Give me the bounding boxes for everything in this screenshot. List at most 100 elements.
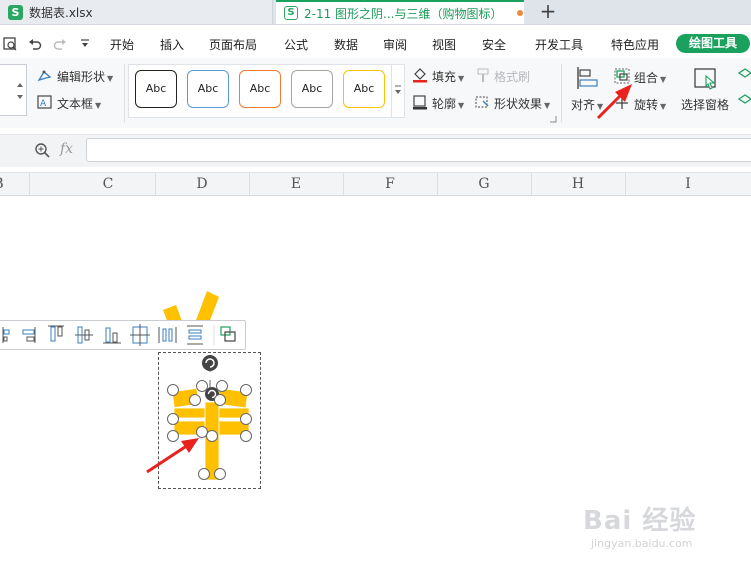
watermark-brand: Bai 经验	[583, 506, 697, 536]
column-header-f[interactable]: F	[343, 173, 438, 195]
caret-down-icon: ▼	[458, 74, 465, 83]
menu-item-home[interactable]: 开始	[110, 36, 134, 53]
align-top-icon[interactable]	[48, 325, 64, 342]
column-header-c[interactable]: C	[61, 173, 156, 195]
align-middle-icon[interactable]	[75, 326, 93, 344]
menu-item-security[interactable]: 安全	[482, 36, 506, 53]
svg-text:A: A	[40, 99, 47, 109]
spreadsheet-icon: S	[8, 4, 23, 20]
align-label: 对齐	[571, 98, 596, 112]
layer-order-icon[interactable]	[737, 67, 751, 107]
distribute-vertical-icon[interactable]	[187, 325, 203, 345]
selection-pane-button[interactable]: 选择窗格	[681, 96, 729, 113]
style-sample-4[interactable]: Abc	[291, 70, 333, 108]
group-shapes-icon[interactable]	[220, 326, 236, 342]
align-center-icon[interactable]	[130, 324, 150, 346]
column-header-h[interactable]: H	[531, 173, 626, 195]
spinner-arrows-icon	[17, 83, 23, 99]
text-box-icon: A	[37, 95, 52, 109]
menu-bar: 开始 插入 页面布局 公式 数据 审阅 视图 安全 开发工具 特色应用	[0, 32, 751, 56]
menu-item-formula[interactable]: 公式	[284, 36, 308, 53]
gallery-more-button[interactable]	[391, 64, 405, 118]
customize-quick-access-icon[interactable]	[80, 38, 90, 50]
tab-title: 2-11 图形之阴...与三维（购物图标）	[304, 6, 503, 21]
caret-down-icon: ▼	[660, 75, 667, 84]
dialog-launcher-icon[interactable]	[549, 115, 557, 123]
undo-icon[interactable]	[28, 37, 42, 51]
ribbon-divider	[124, 64, 125, 122]
tab-bar: S 数据表.xlsx S 2-11 图形之阴...与三维（购物图标） +	[0, 0, 751, 25]
distribute-horizontal-icon[interactable]	[158, 327, 177, 343]
group-button[interactable]: 组合 ▼	[634, 69, 666, 86]
menu-item-drawing-tools[interactable]: 绘图工具	[676, 34, 750, 53]
column-header-i[interactable]: I	[625, 173, 751, 195]
tab-title: 数据表.xlsx	[29, 5, 93, 20]
tab-active-file[interactable]: S 2-11 图形之阴...与三维（购物图标）	[276, 0, 524, 24]
column-header-g[interactable]: G	[437, 173, 532, 195]
unsaved-dot-icon	[516, 10, 523, 16]
outline-button[interactable]: 轮廓 ▼	[432, 95, 464, 112]
rotate-handle-icon[interactable]	[202, 355, 218, 371]
rotate-label: 旋转	[634, 98, 659, 112]
align-left-icon[interactable]	[2, 327, 10, 343]
format-painter-button[interactable]: 格式刷	[494, 68, 530, 85]
style-sample-1[interactable]: Abc	[135, 70, 177, 108]
menu-item-page-layout[interactable]: 页面布局	[209, 36, 257, 53]
formula-input[interactable]	[86, 138, 751, 162]
style-sample-2[interactable]: Abc	[187, 70, 229, 108]
edit-shape-icon	[37, 70, 52, 82]
selection-pane-icon	[694, 68, 716, 90]
watermark-url: jingyan.baidu.com	[591, 537, 693, 550]
caret-down-icon: ▼	[660, 102, 667, 111]
caret-down-icon: ▼	[544, 101, 551, 110]
outline-label: 轮廓	[432, 97, 457, 111]
rotate-icon	[616, 97, 628, 109]
align-toolbar-icons	[2, 324, 236, 346]
shape-effects-button[interactable]: 形状效果 ▼	[494, 95, 550, 112]
group-icon	[614, 68, 630, 84]
column-header-b[interactable]: B	[0, 173, 30, 195]
style-sample-3[interactable]: Abc	[239, 70, 281, 108]
redo-icon[interactable]	[53, 37, 67, 51]
print-preview-icon[interactable]	[2, 36, 18, 52]
ribbon-divider	[561, 64, 562, 122]
align-icon	[577, 67, 598, 89]
align-right-icon[interactable]	[22, 327, 36, 343]
tab-spreadsheet-file[interactable]: S 数据表.xlsx	[0, 0, 273, 24]
text-box-button[interactable]: 文本框 ▼	[57, 95, 101, 112]
menu-item-developer[interactable]: 开发工具	[535, 36, 583, 53]
shape-effects-label: 形状效果	[494, 97, 543, 111]
new-tab-button[interactable]: +	[538, 0, 558, 24]
menu-item-review[interactable]: 审阅	[383, 36, 407, 53]
column-header-row: B C D E F G H I	[0, 172, 751, 196]
align-button[interactable]: 对齐 ▼	[571, 96, 603, 113]
menu-item-insert[interactable]: 插入	[160, 36, 184, 53]
group-label: 组合	[634, 71, 659, 85]
align-floating-toolbar	[0, 320, 246, 350]
column-header-d[interactable]: D	[155, 173, 250, 195]
menu-item-data[interactable]: 数据	[334, 36, 358, 53]
yen-symbol-shape[interactable]	[160, 350, 260, 485]
menu-item-view[interactable]: 视图	[432, 36, 456, 53]
gallery-expand-icon	[395, 85, 401, 94]
column-header-e[interactable]: E	[249, 173, 344, 195]
outline-icon	[413, 95, 427, 110]
edit-shape-button[interactable]: 编辑形状 ▼	[57, 68, 113, 85]
rotate-button[interactable]: 旋转 ▼	[634, 96, 666, 113]
align-bottom-icon[interactable]	[103, 327, 121, 344]
fill-label: 填充	[432, 70, 457, 84]
edit-shape-label: 编辑形状	[57, 70, 106, 84]
zoom-formula-icon[interactable]	[34, 142, 50, 158]
fx-label[interactable]: fx	[60, 141, 73, 157]
menu-item-special[interactable]: 特色应用	[611, 36, 659, 53]
shape-list-dropdown[interactable]	[0, 64, 27, 116]
caret-down-icon: ▼	[597, 102, 604, 111]
spreadsheet-icon: S	[284, 6, 298, 20]
fill-button[interactable]: 填充 ▼	[432, 68, 464, 85]
style-sample-5[interactable]: Abc	[343, 70, 385, 108]
shape-effects-icon	[475, 96, 489, 108]
text-box-label: 文本框	[57, 97, 94, 111]
fill-bucket-icon	[413, 68, 427, 83]
watermark: Bai 经验 jingyan.baidu.com	[583, 500, 723, 560]
caret-down-icon: ▼	[107, 74, 114, 83]
